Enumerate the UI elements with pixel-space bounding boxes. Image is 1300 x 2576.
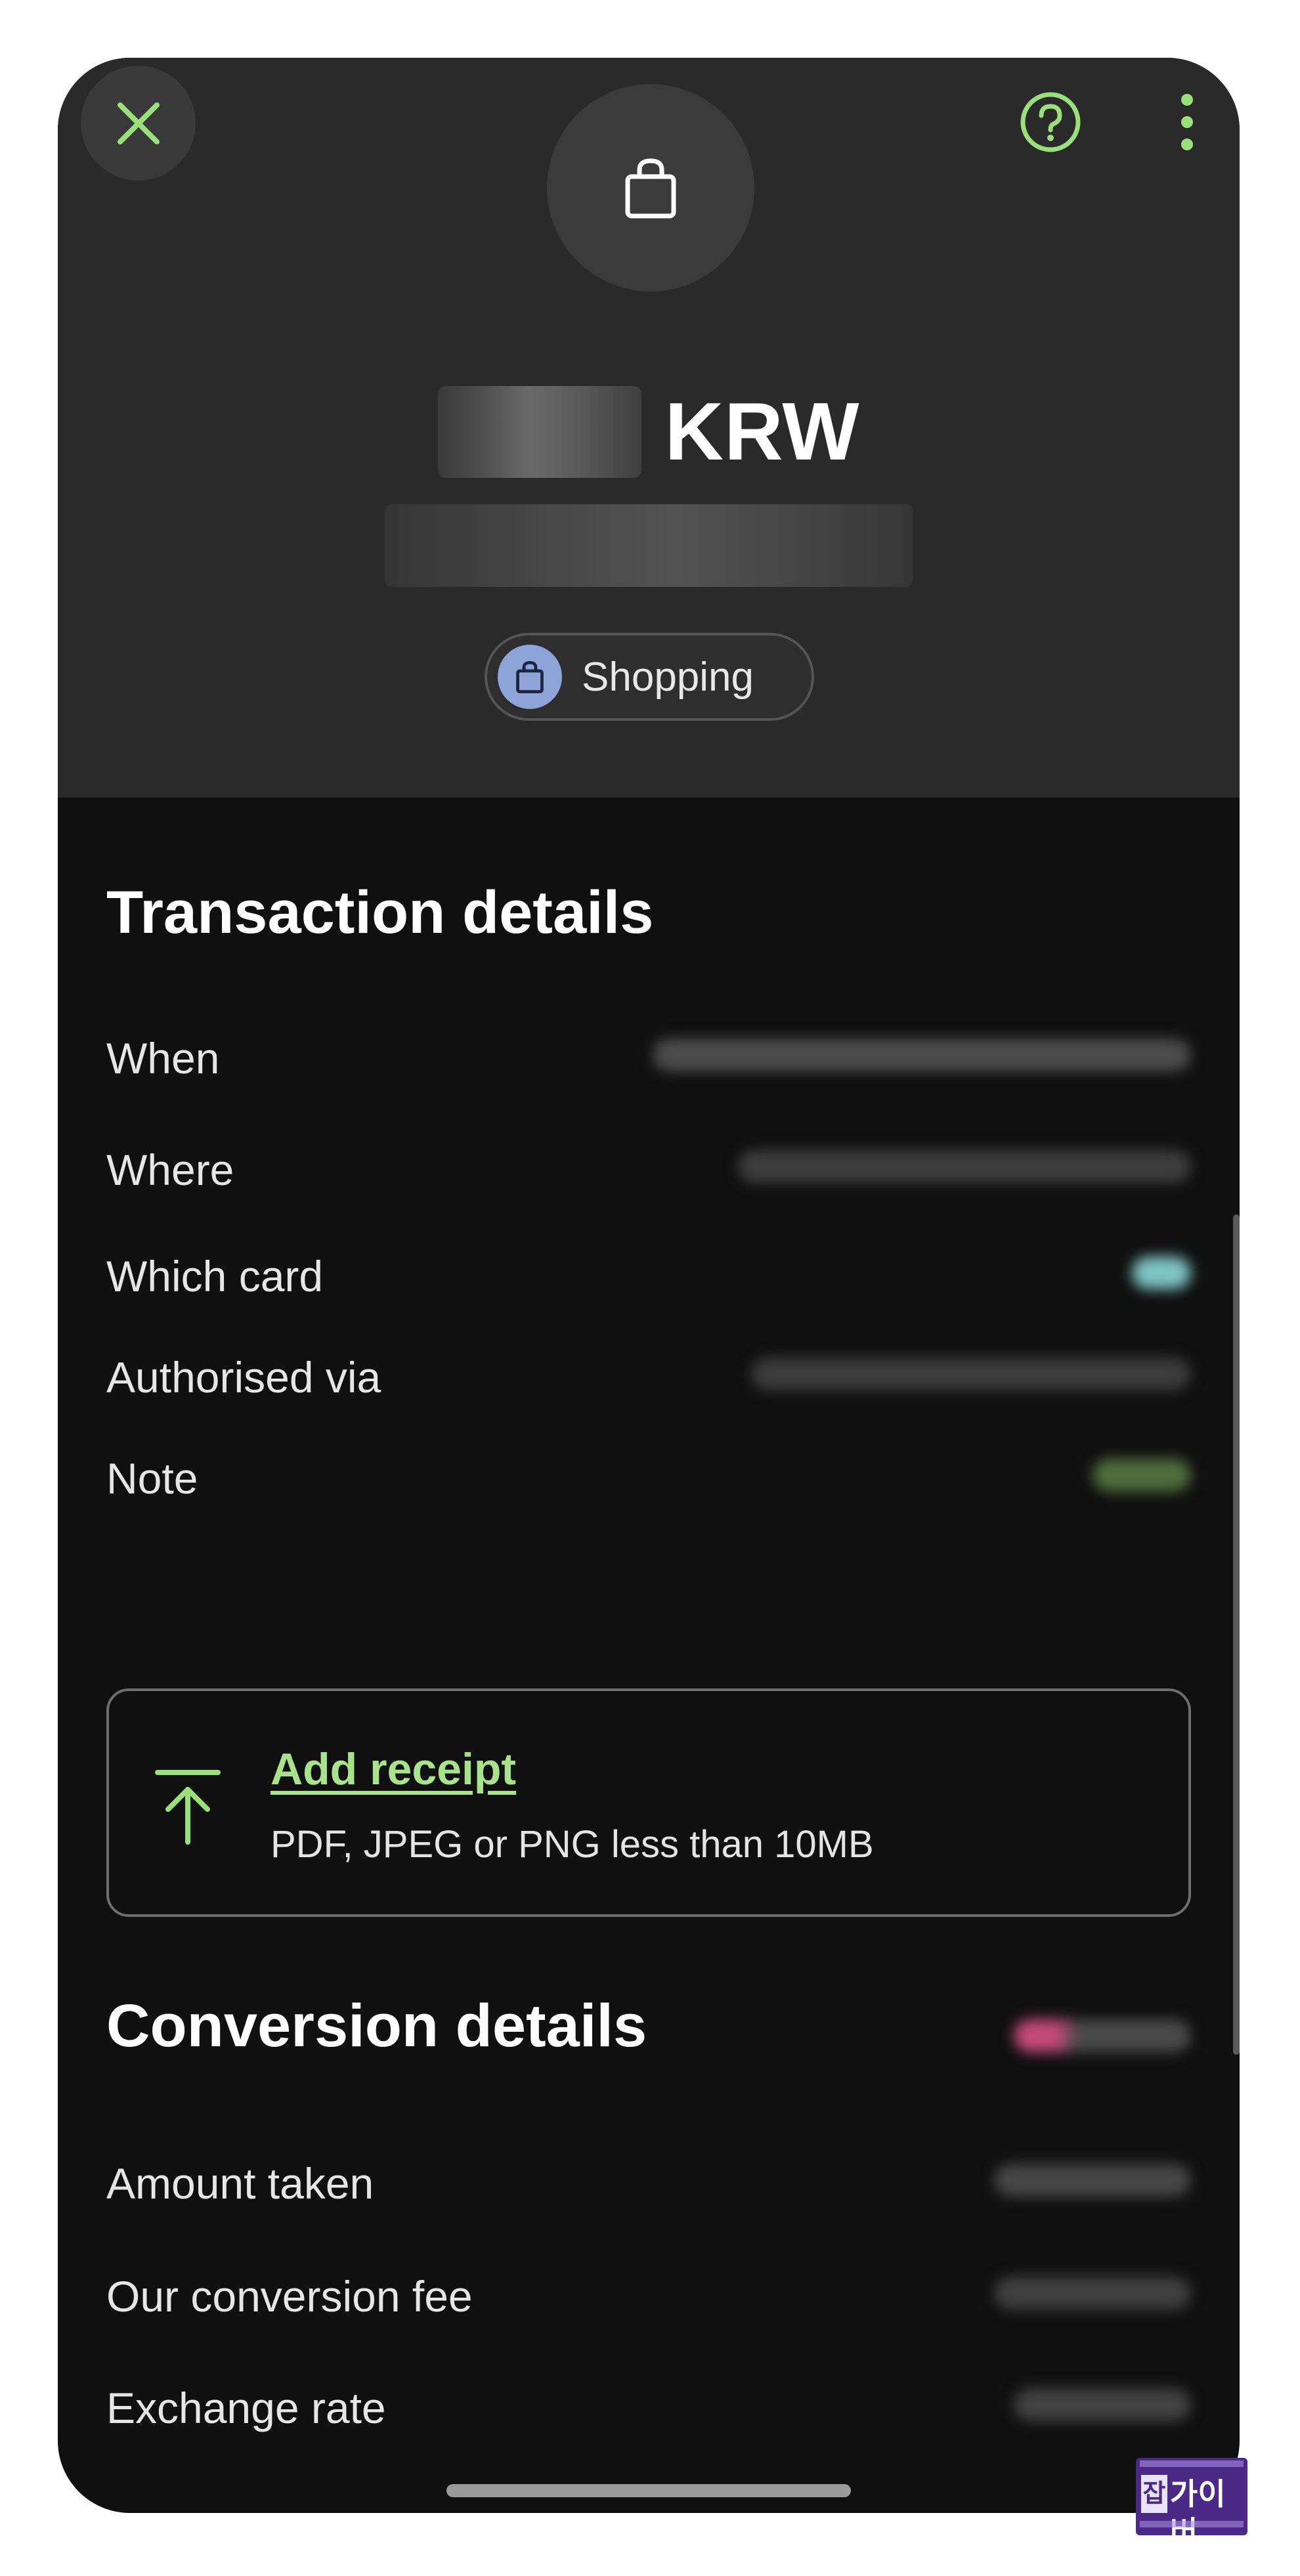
close-icon [117,102,160,144]
merchant-avatar [547,84,754,291]
note-add-link[interactable] [1093,1459,1191,1492]
upload-icon [155,1770,221,1845]
watermark-logo: 잡 가이버 [1136,2458,1247,2535]
add-receipt-link[interactable]: Add receipt [271,1744,516,1795]
redacted-merchant-name [385,504,913,587]
help-icon[interactable] [1018,89,1083,155]
add-receipt-card[interactable]: Add receipt PDF, JPEG or PNG less than 1… [106,1688,1191,1917]
shopping-bag-icon [498,645,562,709]
currency-code: KRW [664,387,860,477]
home-indicator[interactable] [446,2484,851,2497]
row-label-exchange-rate: Exchange rate [106,2384,386,2432]
redacted-currency-selector[interactable] [1014,2019,1191,2052]
row-label-conversion-fee: Our conversion fee [106,2272,473,2321]
row-label-amount-taken: Amount taken [106,2159,374,2208]
row-label-which-card: Which card [106,1252,324,1300]
shopping-bag-icon [625,158,676,219]
row-label-when: When [106,1034,220,1083]
card-thumbnail[interactable] [1132,1256,1191,1289]
scrollbar[interactable] [1233,1214,1240,2055]
app-screen: KRW Shopping Transaction details When Wh… [58,58,1240,2513]
redacted-conversion-fee [994,2277,1191,2309]
receipt-requirements: PDF, JPEG or PNG less than 10MB [271,1823,874,1866]
redacted-amount [437,386,641,478]
row-label-where: Where [106,1146,234,1194]
redacted-where-value [738,1150,1191,1183]
category-chip[interactable]: Shopping [485,633,814,721]
close-button[interactable] [81,66,196,181]
row-label-authorised-via: Authorised via [106,1353,381,1402]
conversion-details-title: Conversion details [106,1992,647,2059]
category-label: Shopping [582,654,754,700]
redacted-amount-taken [994,2164,1191,2197]
amount-row: KRW [58,379,1240,484]
redacted-exchange-rate [1014,2388,1191,2421]
transaction-header: KRW Shopping [58,58,1240,798]
redacted-when-value [653,1039,1191,1071]
more-vertical-icon[interactable] [1167,89,1207,155]
redacted-authorised-value [751,1358,1191,1390]
row-label-note: Note [106,1454,198,1503]
transaction-details-title: Transaction details [106,879,654,946]
